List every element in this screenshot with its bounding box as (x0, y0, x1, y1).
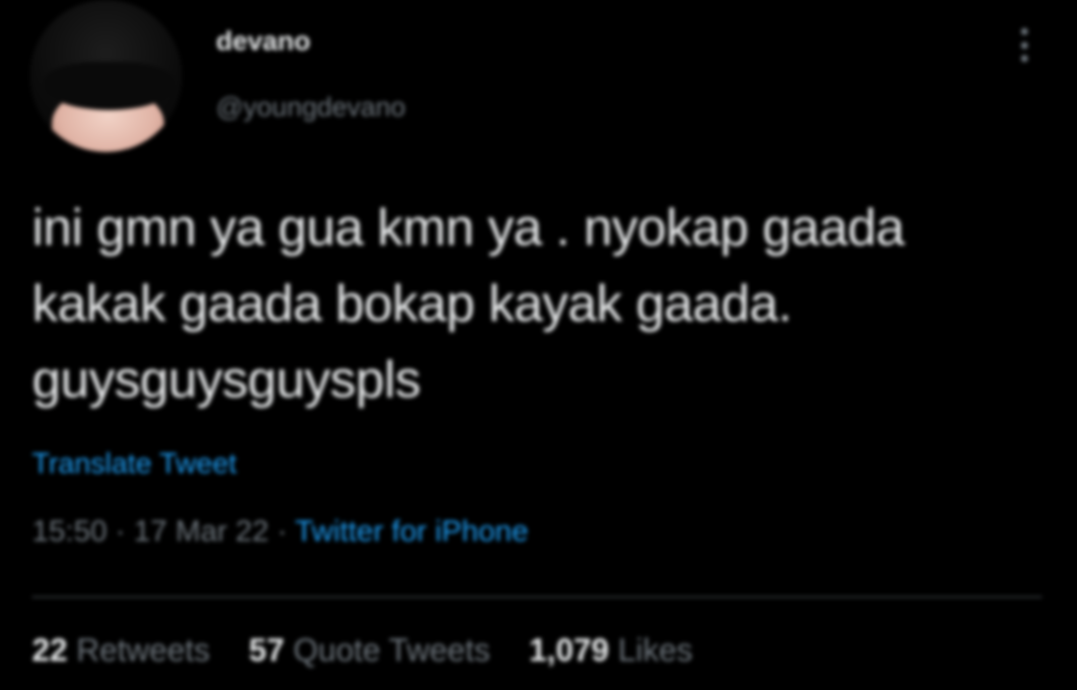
tweet-source-link[interactable]: Twitter for iPhone (295, 515, 528, 548)
author-handle[interactable]: @youngdevano (216, 92, 406, 123)
meta-separator: · (277, 515, 288, 548)
quote-tweets-count: 57 (248, 632, 285, 668)
tweet-text: ini gmn ya gua kmn ya . nyokap gaada kak… (32, 199, 905, 409)
tweet-card: devano @youngdevano ini gmn ya gua kmn y… (0, 0, 1077, 690)
author-display-name[interactable]: devano (216, 26, 311, 57)
avatar-fringe (44, 62, 174, 110)
likes-label: Likes (617, 632, 693, 668)
retweets-count: 22 (32, 632, 68, 668)
retweets-label: Retweets (76, 632, 210, 668)
divider (32, 596, 1042, 598)
quote-tweets-stat[interactable]: 57 Quote Tweets (249, 632, 499, 668)
tweet-time[interactable]: 15:50 (32, 515, 107, 548)
avatar[interactable] (30, 0, 182, 152)
more-vertical-icon[interactable] (1012, 28, 1036, 62)
likes-stat[interactable]: 1,079 Likes (529, 632, 693, 668)
translate-tweet-link[interactable]: Translate Tweet (32, 448, 237, 481)
tweet-stats: 22 Retweets 57 Quote Tweets 1,079 Likes (32, 632, 723, 669)
likes-count: 1,079 (529, 632, 610, 668)
tweet-date[interactable]: 17 Mar 22 (134, 515, 269, 548)
retweets-stat[interactable]: 22 Retweets (32, 632, 219, 668)
tweet-metadata: 15:50 · 17 Mar 22 · Twitter for iPhone (32, 515, 528, 549)
more-dot (1020, 41, 1028, 49)
more-dot (1020, 55, 1028, 62)
quote-tweets-label: Quote Tweets (293, 632, 491, 668)
meta-separator: · (115, 515, 126, 548)
more-dot (1020, 28, 1028, 35)
